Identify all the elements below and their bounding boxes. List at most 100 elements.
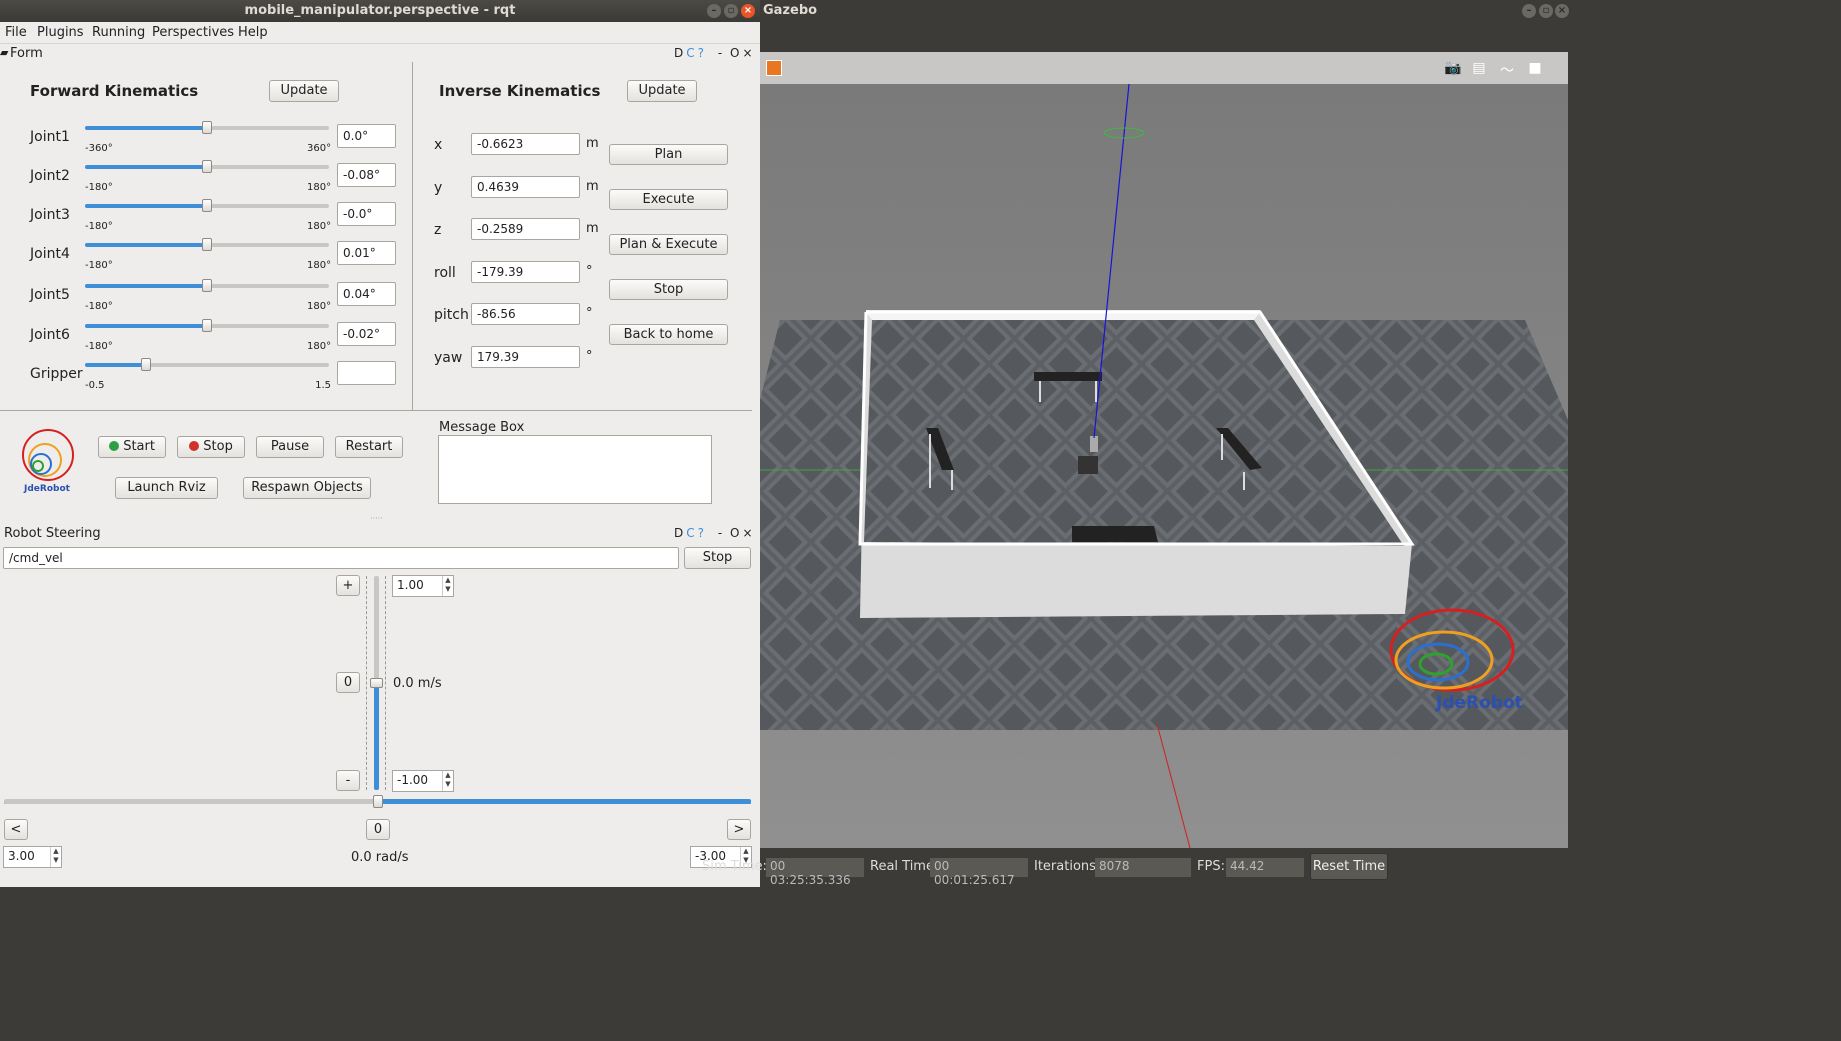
linear-min-spinbox[interactable]: -1.00 ▲ ▼ (392, 770, 454, 792)
close-icon[interactable]: × (1555, 4, 1569, 18)
joint-value-input[interactable]: 0.0° (337, 124, 396, 148)
dock-d-icon[interactable]: D (674, 46, 684, 60)
help-icon[interactable]: ? (698, 526, 705, 540)
box-shape-icon[interactable] (766, 60, 782, 76)
joint-slider-knob[interactable] (202, 279, 212, 292)
ik-unit-label: ° (586, 349, 593, 364)
linear-slider-knob[interactable] (370, 678, 383, 688)
joint-value-input[interactable] (337, 361, 396, 385)
log-icon[interactable]: ▤ (1470, 60, 1488, 76)
joint-slider-fill (85, 126, 207, 130)
rqt-titlebar[interactable]: mobile_manipulator.perspective - rqt – ▫… (0, 0, 760, 22)
topic-input[interactable]: /cmd_vel (3, 547, 679, 569)
steering-stop-button[interactable]: Stop (684, 547, 751, 569)
joint-value-input[interactable]: 0.01° (337, 241, 396, 265)
pause-button[interactable]: Pause (256, 436, 324, 458)
ik-stop-button[interactable]: Stop (609, 279, 728, 300)
spin-arrows-icon[interactable]: ▲ ▼ (442, 576, 453, 596)
joint-slider[interactable] (85, 160, 329, 173)
maximize-icon[interactable]: ▫ (1539, 4, 1553, 18)
joint-slider[interactable] (85, 199, 329, 212)
joint-value-input[interactable]: -0.02° (337, 322, 396, 346)
menu-perspectives[interactable]: Perspectives (152, 25, 234, 40)
joint-slider[interactable] (85, 358, 329, 371)
mobile-manipulator-robot[interactable] (1078, 456, 1098, 474)
plot-icon[interactable]: 〜 (1498, 60, 1516, 79)
video-icon[interactable]: ■ (1526, 60, 1544, 76)
linear-zero-button[interactable]: 0 (336, 672, 360, 693)
ik-value-input[interactable]: -179.39 (471, 261, 580, 283)
angular-velocity-slider[interactable] (4, 795, 751, 808)
joint-value-input[interactable]: -0.08° (337, 163, 396, 187)
menu-help[interactable]: Help (238, 25, 268, 40)
joint-slider[interactable] (85, 238, 329, 251)
linear-velocity-slider[interactable] (370, 576, 383, 790)
launch-rviz-button[interactable]: Launch Rviz (115, 477, 218, 499)
joint-slider-knob[interactable] (202, 160, 212, 173)
help-icon[interactable]: ? (698, 46, 705, 60)
ik-value-input[interactable]: 0.4639 (471, 176, 580, 198)
gazebo-titlebar[interactable]: Gazebo – ▫ × (760, 0, 1569, 22)
message-box[interactable] (438, 435, 712, 504)
fps-value: 44.42 (1226, 858, 1304, 877)
splitter-handle[interactable]: ····· (370, 514, 383, 523)
reload-icon[interactable]: C (686, 526, 695, 540)
menu-file[interactable]: File (5, 25, 27, 40)
maximize-icon[interactable]: ▫ (724, 4, 738, 18)
dock-float-icon[interactable]: O (730, 526, 740, 540)
menu-running[interactable]: Running (92, 25, 145, 40)
close-icon[interactable]: × (741, 4, 755, 18)
ik-value-input[interactable]: -0.6623 (471, 133, 580, 155)
angular-slider-knob[interactable] (372, 795, 383, 808)
turn-left-button[interactable]: < (4, 819, 28, 840)
joint-slider[interactable] (85, 319, 329, 332)
linear-increase-button[interactable]: + (336, 575, 360, 596)
joint-max-label: 180° (307, 341, 332, 352)
ik-value-input[interactable]: -86.56 (471, 303, 580, 325)
joint-value-input[interactable]: 0.04° (337, 282, 396, 306)
gazebo-viewport[interactable]: JdeRobot (760, 84, 1568, 848)
joint-slider-knob[interactable] (141, 358, 151, 371)
turn-right-button[interactable]: > (727, 819, 751, 840)
ik-value-input[interactable]: 179.39 (471, 346, 580, 368)
respawn-objects-button[interactable]: Respawn Objects (243, 477, 371, 499)
dock-close-icon[interactable]: × (742, 46, 753, 60)
restart-button[interactable]: Restart (335, 436, 403, 458)
ik-value-input[interactable]: -0.2589 (471, 218, 580, 240)
joint-slider-knob[interactable] (202, 199, 212, 212)
plan-execute-button[interactable]: Plan & Execute (609, 234, 728, 255)
linear-decrease-button[interactable]: - (336, 770, 360, 791)
dock-close-icon[interactable]: × (742, 526, 753, 540)
joint-slider-knob[interactable] (202, 319, 212, 332)
ik-unit-label: ° (586, 264, 593, 279)
reset-time-button[interactable]: Reset Time (1310, 853, 1388, 880)
dock-minimize-icon[interactable]: - (718, 526, 723, 540)
camera-icon[interactable]: 📷 (1444, 60, 1462, 76)
angular-max-spinbox[interactable]: 3.00 ▲ ▼ (3, 846, 62, 868)
fk-update-button[interactable]: Update (269, 80, 339, 102)
stop-button[interactable]: Stop (177, 436, 245, 458)
minimize-icon[interactable]: – (1522, 4, 1536, 18)
reload-icon[interactable]: C (686, 46, 695, 60)
joint-value-input[interactable]: -0.0° (337, 202, 396, 226)
start-button[interactable]: Start (98, 436, 166, 458)
back-home-button[interactable]: Back to home (609, 324, 728, 345)
spin-arrows-icon[interactable]: ▲ ▼ (442, 771, 453, 791)
spin-arrows-icon[interactable]: ▲ ▼ (50, 847, 61, 867)
joint-slider[interactable] (85, 121, 329, 134)
joint-slider[interactable] (85, 279, 329, 292)
angular-zero-button[interactable]: 0 (366, 819, 390, 840)
joint-slider-knob[interactable] (202, 121, 212, 134)
iterations-label: Iterations: (1034, 859, 1101, 874)
execute-button[interactable]: Execute (609, 189, 728, 210)
joint-slider-knob[interactable] (202, 238, 212, 251)
plan-button[interactable]: Plan (609, 144, 728, 165)
minimize-icon[interactable]: – (707, 4, 721, 18)
ik-update-button[interactable]: Update (627, 80, 697, 102)
menu-plugins[interactable]: Plugins (37, 25, 84, 40)
ik-field-label: z (434, 222, 442, 238)
linear-max-spinbox[interactable]: 1.00 ▲ ▼ (392, 575, 454, 597)
dock-minimize-icon[interactable]: - (718, 46, 723, 60)
dock-float-icon[interactable]: O (730, 46, 740, 60)
dock-d-icon[interactable]: D (674, 526, 684, 540)
